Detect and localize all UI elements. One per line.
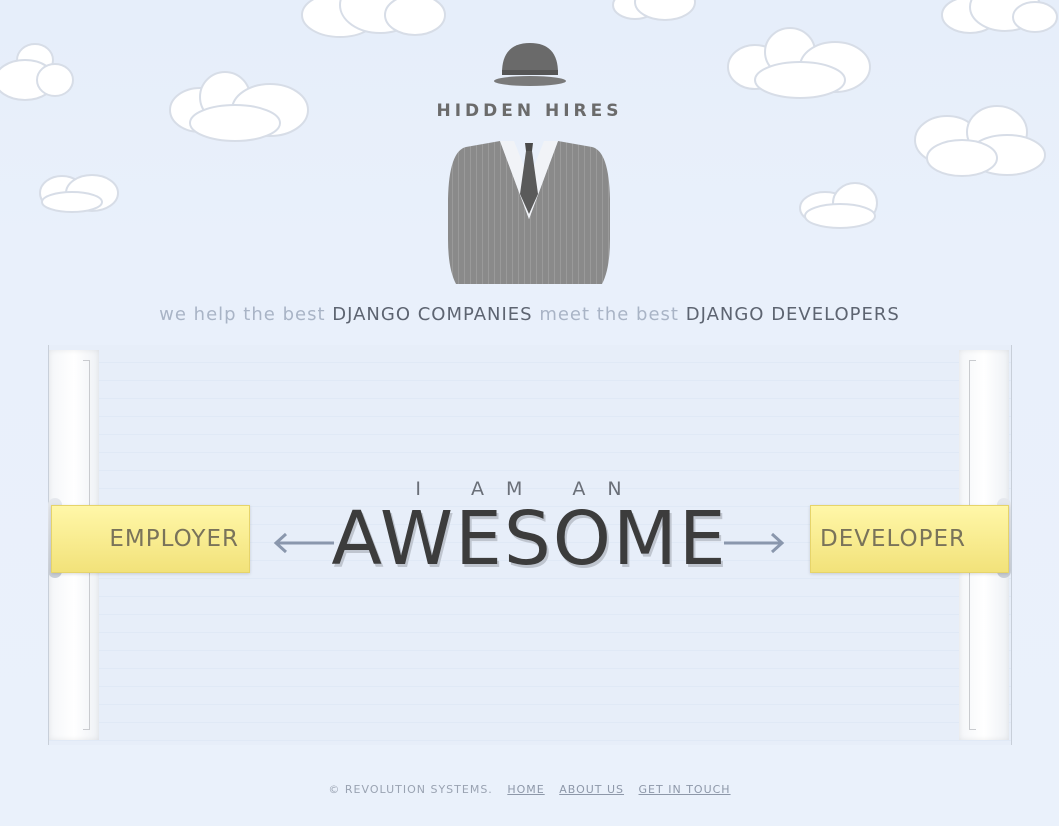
cloud	[612, 0, 696, 21]
tagline: we help the best DJANGO COMPANIES meet t…	[0, 304, 1059, 325]
footer-link-about[interactable]: ABOUT US	[559, 783, 624, 796]
logo[interactable]	[0, 40, 1059, 95]
suit-illustration	[448, 141, 610, 284]
cloud	[39, 174, 119, 213]
hero-headline: AWESOME	[331, 496, 728, 582]
cloud	[301, 0, 446, 38]
cloud	[941, 0, 1058, 34]
footer-link-contact[interactable]: GET IN TOUCH	[639, 783, 731, 796]
left-arrow-icon	[273, 532, 334, 554]
right-arrow-icon	[724, 532, 785, 554]
tagline-highlight: DJANGO COMPANIES	[332, 304, 533, 325]
tagline-highlight: DJANGO DEVELOPERS	[685, 304, 900, 325]
footer-link-home[interactable]: HOME	[507, 783, 544, 796]
cloud	[799, 182, 878, 229]
footer: © REVOLUTION SYSTEMS. HOME ABOUT US GET …	[0, 783, 1059, 796]
copyright: © REVOLUTION SYSTEMS.	[328, 783, 493, 796]
bowler-hat-icon	[493, 43, 566, 86]
tagline-part: meet the best	[539, 304, 679, 325]
tagline-part: we help the best	[159, 304, 326, 325]
brand-name: HIDDEN HIRES	[436, 101, 623, 121]
